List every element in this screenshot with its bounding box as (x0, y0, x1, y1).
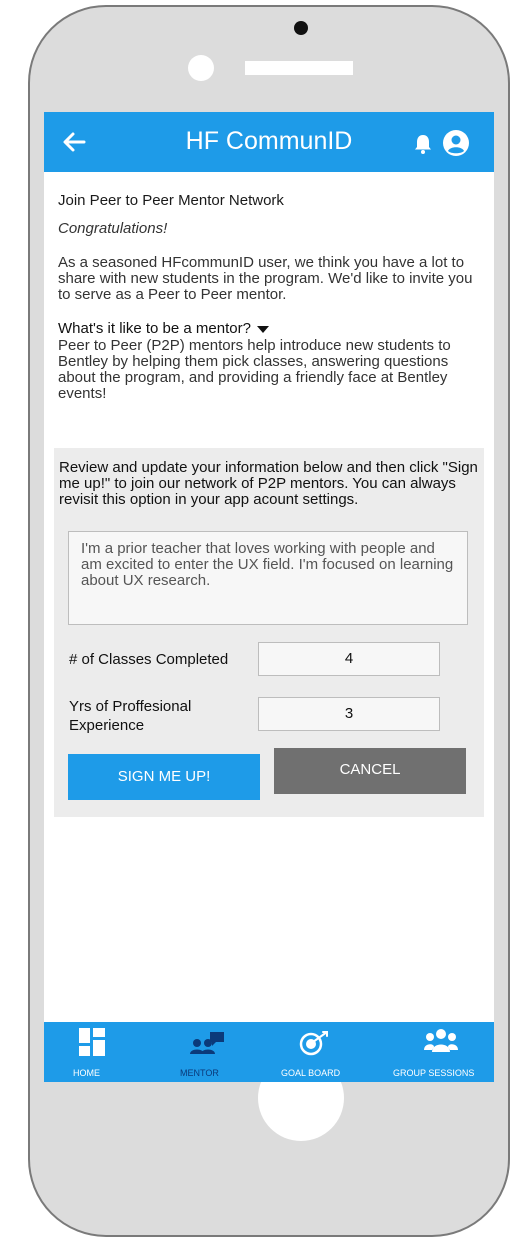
mentor-icon (190, 1032, 224, 1054)
cancel-button[interactable]: CANCEL (274, 748, 466, 794)
tab-label-goal-board: GOAL BOARD (281, 1068, 341, 1078)
tab-group-sessions[interactable]: GROUP SESSIONS (389, 1022, 494, 1082)
classes-completed-input[interactable]: 4 (258, 642, 440, 676)
mentor-info-toggle[interactable]: What's it like to be a mentor? (58, 320, 482, 337)
classes-completed-label: # of Classes Completed (69, 651, 229, 668)
mentor-question: What's it like to be a mentor? (58, 320, 251, 337)
tab-home[interactable]: HOME (44, 1022, 134, 1082)
tab-label-group-sessions: GROUP SESSIONS (393, 1068, 475, 1078)
sign-me-up-button[interactable]: SIGN ME UP! (68, 754, 260, 800)
signup-form-panel: Review and update your information below… (54, 448, 484, 817)
bottom-tab-bar: HOME MENTOR GOAL BOARD GROUP SESSIONS (44, 1022, 494, 1082)
speaker-grille (245, 61, 353, 75)
group-sessions-icon (424, 1029, 458, 1052)
camera (294, 21, 308, 35)
experience-label: Yrs of Proffesional Experience (69, 698, 192, 734)
tab-label-mentor: MENTOR (180, 1068, 219, 1078)
app-bar: HF CommunID (44, 112, 494, 172)
bio-textarea[interactable]: I'm a prior teacher that loves working w… (68, 531, 468, 625)
tab-mentor[interactable]: MENTOR (164, 1022, 244, 1082)
intro-section: Join Peer to Peer Mentor Network Congrat… (58, 192, 482, 402)
congratulations-text: Congratulations! (58, 220, 168, 237)
goal-board-icon (299, 1031, 328, 1056)
caret-down-icon (256, 326, 269, 333)
app-screen: HF CommunID Join Peer to Peer Mentor Net… (44, 112, 494, 1082)
bell-icon[interactable] (414, 134, 432, 154)
invitation-paragraph: As a seasoned HFcommunID user, we think … (58, 254, 473, 303)
form-instructions: Review and update your information below… (59, 459, 478, 508)
tab-label-home: HOME (73, 1068, 100, 1078)
front-sensor (188, 55, 214, 81)
user-account-icon[interactable] (443, 130, 469, 156)
mentor-description: Peer to Peer (P2P) mentors help introduc… (58, 337, 451, 402)
tab-goal-board[interactable]: GOAL BOARD (274, 1022, 354, 1082)
experience-input[interactable]: 3 (258, 697, 440, 731)
home-icon (79, 1028, 105, 1056)
page-heading: Join Peer to Peer Mentor Network (58, 192, 284, 209)
